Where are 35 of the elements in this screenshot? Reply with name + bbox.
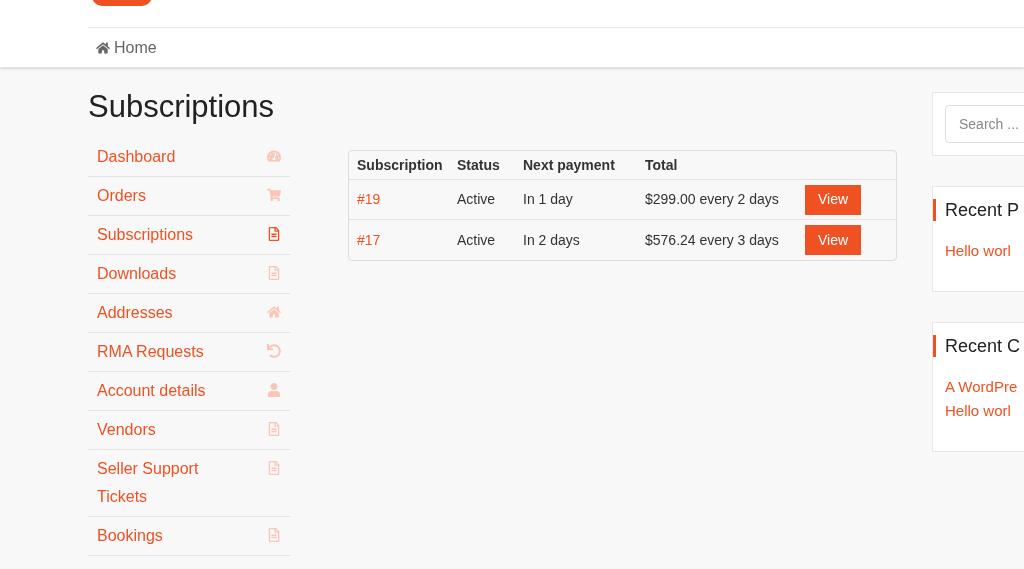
page-title: Subscriptions bbox=[88, 88, 276, 126]
widget-title: Recent P bbox=[945, 199, 1020, 222]
table-cell-text: Active bbox=[457, 230, 497, 250]
account-nav-item[interactable]: Downloads bbox=[88, 255, 290, 294]
view-button[interactable]: View bbox=[805, 184, 861, 215]
account-nav-item[interactable]: Orders bbox=[88, 177, 290, 216]
account-nav-item[interactable]: Account details bbox=[88, 372, 290, 411]
widget-title: Recent C bbox=[945, 335, 1021, 358]
account-nav-item[interactable]: Bookings bbox=[88, 517, 290, 556]
accent-bar bbox=[933, 335, 936, 357]
table-cell-text: Active bbox=[457, 190, 497, 209]
account-nav-item[interactable]: Subscriptions bbox=[88, 216, 290, 255]
account-nav-item[interactable]: Dashboard bbox=[88, 138, 290, 177]
account-nav-item[interactable]: Addresses bbox=[88, 294, 290, 333]
subscription-link[interactable]: #17 bbox=[349, 229, 457, 251]
widget-link[interactable]: Hello worl bbox=[945, 239, 1024, 263]
search-field[interactable]: Search ... bbox=[945, 105, 1024, 143]
view-button[interactable]: View bbox=[805, 225, 861, 255]
widget-link[interactable]: A WordPre bbox=[945, 375, 1024, 399]
column-header: Total bbox=[645, 155, 679, 175]
column-header: Subscription bbox=[356, 155, 444, 175]
home-icon bbox=[96, 40, 110, 55]
accent-bar bbox=[933, 199, 936, 221]
account-nav-item[interactable]: RMA Requests bbox=[88, 333, 290, 372]
subscription-link[interactable]: #19 bbox=[349, 189, 457, 210]
table-cell-text: In 2 days bbox=[523, 230, 581, 250]
table-cell-text: $299.00 every 2 days bbox=[645, 190, 780, 209]
column-header: Status bbox=[457, 155, 501, 175]
account-nav-item[interactable]: Vendors bbox=[88, 411, 290, 450]
column-header: Next payment bbox=[523, 155, 616, 175]
breadcrumb-home-link[interactable]: Home bbox=[96, 35, 157, 60]
widget-link[interactable]: Hello worl bbox=[945, 399, 1024, 423]
table-cell-text: $576.24 every 3 days bbox=[645, 230, 780, 250]
table-cell-text: In 1 day bbox=[523, 190, 574, 209]
account-nav-item[interactable]: Seller Support Tickets bbox=[88, 450, 290, 517]
